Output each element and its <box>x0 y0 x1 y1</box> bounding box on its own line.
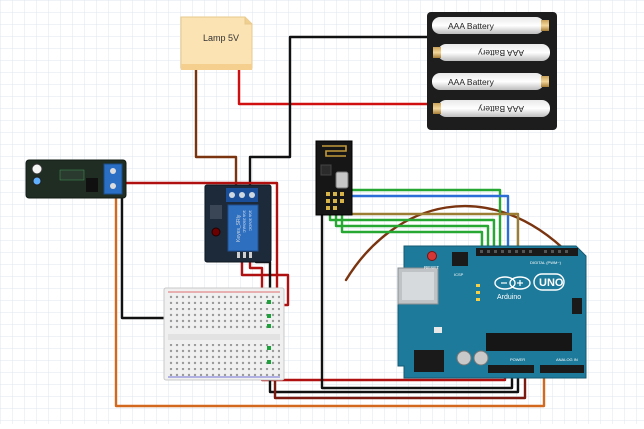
reset-button[interactable] <box>427 251 437 261</box>
lamp-label: Lamp 5V <box>203 33 239 43</box>
chip-icon <box>86 178 98 192</box>
capacitor-icon <box>456 350 472 366</box>
battery-label: AAA Battery <box>477 48 524 58</box>
digital-label: DIGITAL (PWM~) <box>530 260 562 265</box>
battery-4: AAA Battery <box>433 100 550 117</box>
arduino-model: UNO <box>539 277 564 289</box>
power-label: POWER <box>510 357 525 362</box>
power-header <box>488 365 534 373</box>
icsp-label: ICSP <box>454 272 464 277</box>
svg-text:10A 30VDC: 10A 30VDC <box>248 210 253 231</box>
power-jack <box>414 350 444 372</box>
svg-text:10A 250VAC: 10A 250VAC <box>242 210 247 233</box>
relay-module[interactable]: 10A 250VAC 10A 30VDC Keyes_SRly <box>204 184 272 263</box>
reset-label: RESET <box>424 265 439 270</box>
analog-header <box>540 365 584 373</box>
ir-receiver-icon <box>32 176 42 186</box>
analog-label: ANALOG IN <box>556 357 578 362</box>
ir-led-icon <box>31 163 43 175</box>
nrf-module[interactable] <box>315 140 353 216</box>
circuit-diagram: Lamp 5V AAA Battery AAA Battery AAA Batt… <box>0 0 644 424</box>
sensor-module[interactable] <box>25 159 127 199</box>
battery-1: AAA Battery <box>432 17 549 34</box>
battery-label: AAA Battery <box>448 77 495 87</box>
circuit-canvas: Lamp 5V AAA Battery AAA Battery AAA Batt… <box>0 0 644 424</box>
digital-header <box>476 248 578 256</box>
battery-pack[interactable]: AAA Battery AAA Battery AAA Battery AAA … <box>427 12 557 130</box>
battery-3: AAA Battery <box>432 73 549 90</box>
battery-2: AAA Battery <box>433 44 550 61</box>
arduino-brand: Arduino <box>497 294 521 301</box>
capacitor-icon <box>473 350 489 366</box>
relay-label: Keyes_SRly <box>236 214 242 242</box>
arduino-uno[interactable]: RESET ICSP DIGITAL (PWM~) UNO Arduino PO… <box>397 245 587 379</box>
crystal-icon <box>335 171 349 189</box>
battery-label: AAA Battery <box>448 21 495 31</box>
lamp[interactable]: Lamp 5V <box>180 16 253 70</box>
breadboard[interactable] <box>163 287 285 381</box>
atmega-chip <box>486 333 572 351</box>
battery-label: AAA Battery <box>477 104 524 114</box>
